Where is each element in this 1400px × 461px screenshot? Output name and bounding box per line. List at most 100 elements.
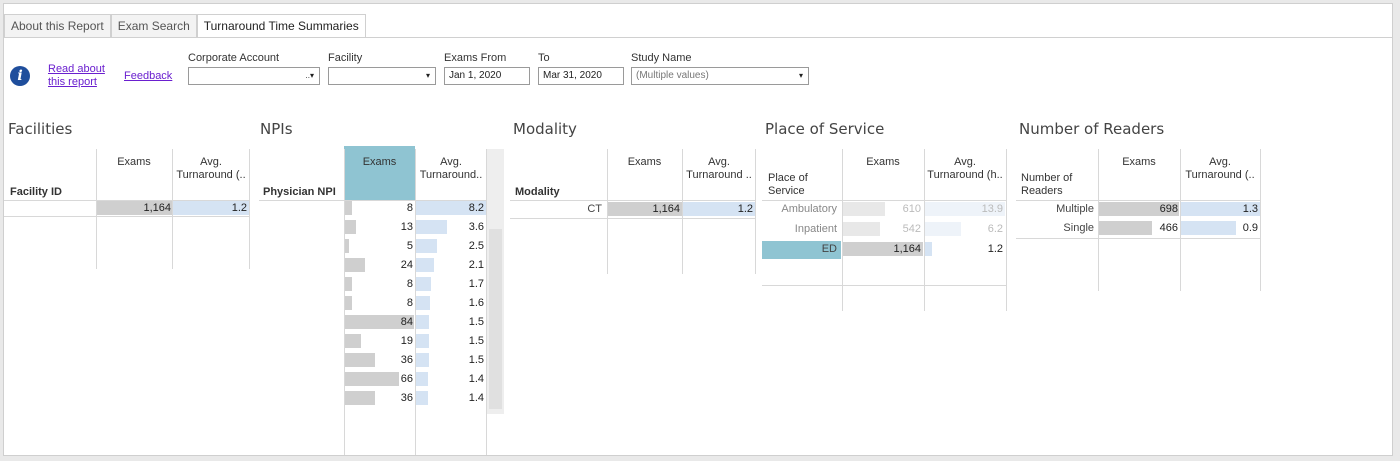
npi-exams-value: 8 (406, 278, 413, 290)
npi-exams-value: 24 (400, 259, 413, 271)
divider (1098, 149, 1099, 291)
study-name-dropdown[interactable]: (Multiple values) ▾ (631, 67, 809, 85)
npi-exams-value: 13 (400, 221, 413, 233)
readers-avg-header-line2: Turnaround (.. (1185, 169, 1255, 181)
physician-npi-header: Physician NPI (263, 186, 336, 198)
npis-title: NPIs (260, 120, 293, 138)
dashboard-frame: About this Report Exam Search Turnaround… (3, 3, 1393, 456)
facility-label: Facility (328, 52, 363, 64)
readers-avg-header: Avg. Turnaround (.. (1180, 156, 1260, 182)
readers-exams-value: 698 (1159, 203, 1178, 215)
pos-exams-header: Exams (866, 156, 900, 168)
tab-exam-search[interactable]: Exam Search (110, 14, 197, 37)
exams-from-input[interactable]: Jan 1, 2020 (444, 67, 530, 85)
readers-category[interactable]: Multiple (1016, 202, 1094, 216)
modality-avg-header: Avg. Turnaround .. (682, 156, 756, 182)
exams-from-label: Exams From (444, 52, 507, 64)
pos-category[interactable]: Inpatient (762, 222, 837, 236)
pos-category[interactable]: ED (762, 242, 837, 256)
place-of-service-header-line1: Place of (768, 172, 808, 184)
divider (1016, 238, 1260, 239)
npi-avg-value: 1.5 (468, 316, 484, 328)
divider (4, 216, 249, 217)
readers-avg-header-line1: Avg. (1209, 156, 1231, 168)
pos-exams-value: 610 (902, 203, 921, 215)
npi-exams-value: 8 (406, 202, 413, 214)
place-of-service-header-line2: Service (768, 185, 805, 197)
npi-avg-value: 3.6 (468, 221, 484, 233)
corporate-account-dropdown[interactable]: ..▾ (188, 67, 320, 85)
to-input[interactable]: Mar 31, 2020 (538, 67, 624, 85)
chevron-down-icon: ▾ (798, 71, 803, 80)
modality-category[interactable]: CT (510, 202, 602, 216)
pos-avg-value: 6.2 (987, 223, 1003, 235)
facility-exams-value: 1,164 (143, 202, 171, 214)
tab-turnaround-summaries[interactable]: Turnaround Time Summaries (196, 14, 366, 38)
study-name-value: (Multiple values) (636, 70, 709, 81)
npi-avg-value: 1.6 (468, 297, 484, 309)
facility-dropdown[interactable]: ▾ (328, 67, 436, 85)
modality-exams-header: Exams (627, 156, 662, 168)
npi-exams-value: 36 (400, 354, 413, 366)
npi-avg-value: 2.5 (468, 240, 484, 252)
divider (1016, 200, 1260, 201)
place-of-service-title: Place of Service (765, 120, 885, 138)
facilities-title: Facilities (8, 120, 73, 138)
feedback-link[interactable]: Feedback (124, 70, 172, 83)
npi-exams-value: 66 (400, 373, 413, 385)
pos-avg-value: 13.9 (981, 203, 1003, 215)
readers-header: Number of Readers (1021, 172, 1072, 198)
tab-about-report[interactable]: About this Report (4, 14, 111, 37)
readers-category[interactable]: Single (1016, 221, 1094, 235)
facilities-avg-header: Avg. Turnaround (.. (172, 156, 250, 182)
npi-scrollbar-thumb[interactable] (489, 229, 502, 409)
divider (510, 218, 755, 219)
divider (1180, 149, 1181, 291)
modality-avg-header-line1: Avg. (708, 156, 730, 168)
divider (510, 200, 755, 201)
pos-avg-value: 1.2 (987, 243, 1003, 255)
npi-exams-value: 8 (406, 297, 413, 309)
tab-bar: About this Report Exam Search Turnaround… (4, 14, 366, 38)
corporate-account-label: Corporate Account (188, 52, 280, 64)
npi-avg-value: 8.2 (468, 202, 484, 214)
npi-exams-value: 84 (400, 316, 413, 328)
npi-scrollbar[interactable] (487, 149, 504, 414)
divider (762, 285, 1006, 286)
readers-avg-value: 0.9 (1242, 222, 1258, 234)
pos-exams-value: 542 (902, 223, 921, 235)
readers-exams-header: Exams (1122, 156, 1156, 168)
npi-avg-value: 1.4 (468, 373, 484, 385)
divider (755, 149, 756, 274)
npis-avg-header-line2: Turnaround.. (419, 169, 483, 181)
modality-avg-value: 1.2 (737, 203, 753, 215)
npi-avg-value: 1.5 (468, 335, 484, 347)
read-about-line-1: Read about (48, 63, 105, 75)
pos-category[interactable]: Ambulatory (762, 202, 837, 216)
npi-exams-sort-highlight (344, 146, 415, 200)
facility-avg-value: 1.2 (231, 202, 247, 214)
facilities-avg-header-line2: Turnaround (.. (176, 169, 246, 181)
modality-title: Modality (513, 120, 577, 138)
modality-avg-header-line2: Turnaround .. (686, 169, 752, 181)
npis-exams-header[interactable]: Exams (344, 156, 415, 169)
npi-exams-value: 5 (406, 240, 413, 252)
npi-avg-value: 1.7 (468, 278, 484, 290)
facilities-exams-header: Exams (117, 156, 151, 168)
chevron-down-icon: ▾ (425, 71, 430, 80)
npi-avg-value: 1.5 (468, 354, 484, 366)
facilities-avg-header-line1: Avg. (200, 156, 222, 168)
readers-exams-value: 466 (1159, 222, 1178, 234)
to-label: To (538, 52, 550, 64)
readers-avg-value: 1.3 (1242, 203, 1258, 215)
place-of-service-header: Place of Service (768, 172, 808, 198)
modality-header: Modality (515, 186, 560, 198)
readers-title: Number of Readers (1019, 120, 1165, 138)
pos-avg-header-line2: Turnaround (h.. (927, 169, 1003, 181)
npi-exams-value: 36 (400, 392, 413, 404)
modality-exams-value: 1,164 (652, 203, 680, 215)
npis-avg-header: Avg. Turnaround.. (415, 156, 487, 182)
read-about-report-link[interactable]: Read about this report (48, 63, 105, 89)
read-about-line-2: this report (48, 76, 97, 88)
info-icon[interactable]: i (10, 66, 30, 86)
